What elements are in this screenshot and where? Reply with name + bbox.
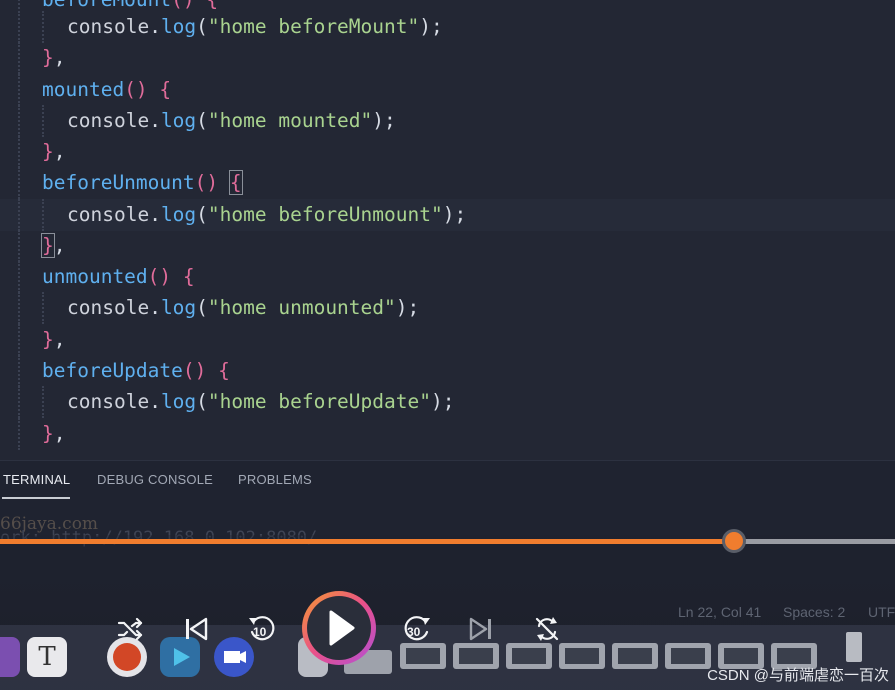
previous-icon[interactable]	[182, 615, 210, 643]
forward-30-icon[interactable]: 30	[400, 612, 434, 646]
panel-tab-bar: TERMINAL DEBUG CONSOLE PROBLEMS	[0, 460, 895, 501]
player-app-icon[interactable]	[160, 637, 200, 677]
window-thumbnail[interactable]	[559, 643, 605, 669]
active-tab-indicator	[2, 497, 70, 499]
status-cursor-position: Ln 22, Col 41	[678, 604, 762, 620]
code-line: },	[0, 42, 895, 74]
window-thumbnail[interactable]	[453, 643, 499, 669]
code-line: },	[0, 230, 895, 262]
code-line: },	[0, 418, 895, 450]
code-line: beforeUpdate() {	[0, 355, 895, 387]
window-thumbnail[interactable]	[506, 643, 552, 669]
progress-handle[interactable]	[722, 529, 746, 553]
next-icon[interactable]	[467, 615, 495, 643]
typora-label: T	[38, 642, 56, 672]
window-thumbnail[interactable]	[400, 643, 446, 669]
repeat-icon[interactable]	[533, 615, 561, 643]
code-line-active: console.log("home beforeUnmount");	[0, 199, 895, 231]
code-line: console.log("home mounted");	[0, 105, 895, 137]
trash-icon[interactable]	[846, 632, 862, 662]
code-editor[interactable]: beforeMount() { console.log("home before…	[0, 0, 895, 460]
code-line: mounted() {	[0, 74, 895, 106]
code-line: },	[0, 324, 895, 356]
tab-terminal[interactable]: TERMINAL	[3, 472, 70, 487]
csdn-watermark: CSDN @与前端虐恋一百次	[707, 667, 889, 684]
typora-app-icon[interactable]: T	[27, 637, 67, 677]
code-line: console.log("home beforeUpdate");	[0, 386, 895, 418]
shuffle-icon[interactable]	[116, 615, 144, 643]
play-button[interactable]	[302, 591, 376, 665]
play-icon	[329, 610, 355, 646]
code-line: unmounted() {	[0, 261, 895, 293]
powerpoint-app-icon[interactable]	[107, 637, 147, 677]
code-line: console.log("home unmounted");	[0, 292, 895, 324]
tab-problems[interactable]: PROBLEMS	[238, 472, 312, 487]
purple-app-icon[interactable]	[0, 637, 20, 677]
code-line: console.log("home beforeMount");	[0, 11, 895, 43]
status-encoding: UTF	[868, 604, 895, 620]
rewind-seconds-label: 10	[253, 625, 267, 639]
code-line: },	[0, 136, 895, 168]
code-line: beforeUnmount() {	[0, 167, 895, 199]
tab-debug-console[interactable]: DEBUG CONSOLE	[97, 472, 213, 487]
rewind-10-icon[interactable]: 10	[245, 612, 279, 646]
progress-fill	[0, 539, 734, 544]
forward-seconds-label: 30	[407, 625, 421, 639]
window-thumbnail[interactable]	[612, 643, 658, 669]
status-spaces: Spaces: 2	[783, 604, 846, 620]
window-thumbnail[interactable]	[665, 643, 711, 669]
